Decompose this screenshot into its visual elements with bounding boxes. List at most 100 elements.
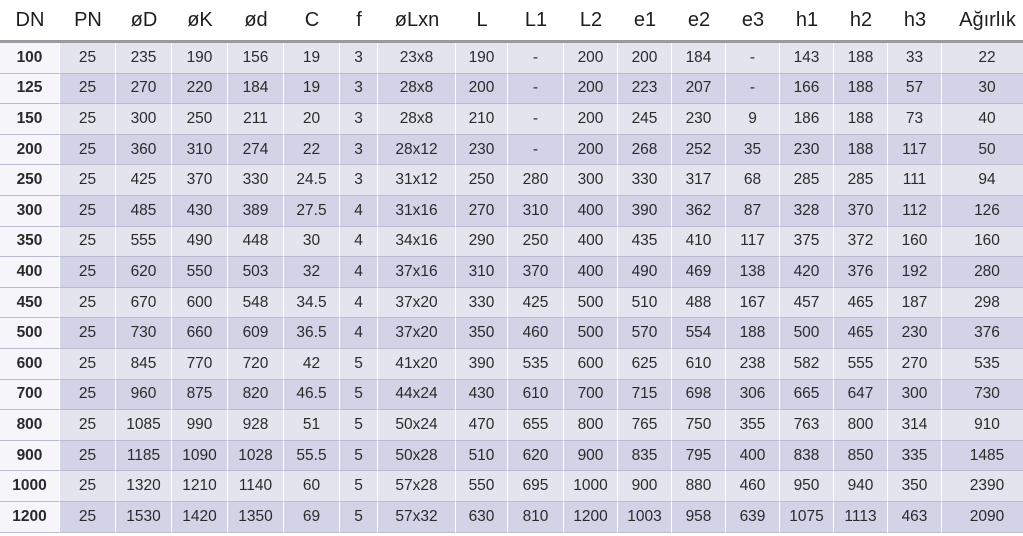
table-cell: 9: [726, 104, 780, 135]
table-cell: 485: [116, 195, 172, 227]
table-cell: 750: [672, 410, 726, 441]
table-cell: 500: [564, 318, 618, 349]
table-cell: 230: [888, 318, 942, 349]
column-header: L2: [564, 0, 618, 43]
table-cell: 60: [284, 471, 340, 502]
table-row: 450 25 670 600 548 34.5 4 37x20 330 425 500 510 488 1…: [0, 287, 1023, 319]
table-cell: 900: [564, 440, 618, 472]
table-cell: 500: [564, 287, 618, 319]
table-cell: 800: [564, 410, 618, 441]
table-cell: 400: [726, 440, 780, 472]
table-cell: -: [726, 43, 780, 74]
table-cell: 5: [340, 410, 378, 441]
table-cell: 55.5: [284, 440, 340, 472]
table-cell: 950: [780, 471, 834, 502]
table-cell: 57x28: [378, 471, 456, 502]
table-cell: 554: [672, 318, 726, 349]
column-header: e1: [618, 0, 672, 43]
table-cell: 188: [834, 43, 888, 74]
table-cell: 670: [116, 287, 172, 319]
dn-cell: 1000: [0, 471, 60, 502]
table-row: 250 25 425 370 330 24.5 3 31x12 250 280 300 330 317 6…: [0, 165, 1023, 196]
table-cell: 166: [780, 73, 834, 105]
table-cell: 126: [942, 195, 1023, 227]
table-cell: 600: [564, 348, 618, 380]
table-cell: 1530: [116, 501, 172, 533]
table-cell: 820: [228, 379, 284, 411]
table-cell: 490: [172, 226, 228, 258]
header-row: DN PN øD øK ød Cf øLxn L L1 L2 e1 e2 e3 h1 h2 h3 Ağırlık: [0, 0, 1023, 43]
table-cell: 490: [618, 257, 672, 288]
table-cell: 655: [508, 410, 564, 441]
table-cell: 250: [456, 165, 508, 196]
table-cell: 3: [340, 165, 378, 196]
table-cell: 25: [60, 440, 116, 472]
table-cell: 1028: [228, 440, 284, 472]
dn-cell: 800: [0, 410, 60, 441]
table-cell: 582: [780, 348, 834, 380]
table-cell: 430: [172, 195, 228, 227]
table-cell: 1140: [228, 471, 284, 502]
table-cell: 25: [60, 195, 116, 227]
table-cell: 50: [942, 134, 1023, 166]
table-cell: 34.5: [284, 287, 340, 319]
table-cell: 223: [618, 73, 672, 105]
dn-cell: 400: [0, 257, 60, 288]
column-header: øLxn: [378, 0, 456, 43]
column-header: h3: [888, 0, 942, 43]
dn-cell: 150: [0, 104, 60, 135]
table-cell: 27.5: [284, 195, 340, 227]
table-cell: 192: [888, 257, 942, 288]
table-cell: 360: [116, 134, 172, 166]
table-cell: 73: [888, 104, 942, 135]
table-cell: 36.5: [284, 318, 340, 349]
table-cell: 510: [618, 287, 672, 319]
table-cell: 375: [780, 226, 834, 258]
table-cell: 3: [340, 104, 378, 135]
table-cell: 22: [284, 134, 340, 166]
table-cell: 695: [508, 471, 564, 502]
table-cell: 610: [672, 348, 726, 380]
table-cell: 639: [726, 501, 780, 533]
table-cell: 503: [228, 257, 284, 288]
table-cell: 1090: [172, 440, 228, 472]
table-cell: 230: [672, 104, 726, 135]
table-cell: 117: [726, 226, 780, 258]
table-cell: 389: [228, 195, 284, 227]
dn-cell: 200: [0, 134, 60, 166]
table-cell: 510: [456, 440, 508, 472]
table-cell: 30: [942, 73, 1023, 105]
column-header: f: [340, 0, 378, 43]
table-cell: 570: [618, 318, 672, 349]
dn-cell: 600: [0, 348, 60, 380]
table-cell: 317: [672, 165, 726, 196]
table-cell: 117: [888, 134, 942, 166]
table-cell: 730: [116, 318, 172, 349]
table-cell: 355: [726, 410, 780, 441]
table-cell: 250: [508, 226, 564, 258]
table-cell: 20: [284, 104, 340, 135]
table-cell: 765: [618, 410, 672, 441]
table-cell: 184: [672, 43, 726, 74]
table-cell: 1200: [564, 501, 618, 533]
table-cell: 350: [456, 318, 508, 349]
table-cell: 880: [672, 471, 726, 502]
table-cell: 420: [780, 257, 834, 288]
table-cell: 535: [508, 348, 564, 380]
table-cell: 990: [172, 410, 228, 441]
dn-cell: 125: [0, 73, 60, 105]
table-cell: 376: [834, 257, 888, 288]
table-cell: 28x8: [378, 104, 456, 135]
table-row: 100 25 235 190 156 19 3 23x8 190-200 200 184-143 18…: [0, 43, 1023, 74]
table-cell: 620: [508, 440, 564, 472]
table-cell: 372: [834, 226, 888, 258]
table-row: 350 25 555 490 448 30 4 34x16 290 250 400 435 410 117…: [0, 226, 1023, 258]
table-cell: 167: [726, 287, 780, 319]
table-cell: 400: [564, 257, 618, 288]
table-cell: 1485: [942, 440, 1023, 472]
table-cell: 425: [116, 165, 172, 196]
table-cell: 40: [942, 104, 1023, 135]
table-cell: 5: [340, 440, 378, 472]
table-cell: 220: [172, 73, 228, 105]
table-cell: 1000: [564, 471, 618, 502]
